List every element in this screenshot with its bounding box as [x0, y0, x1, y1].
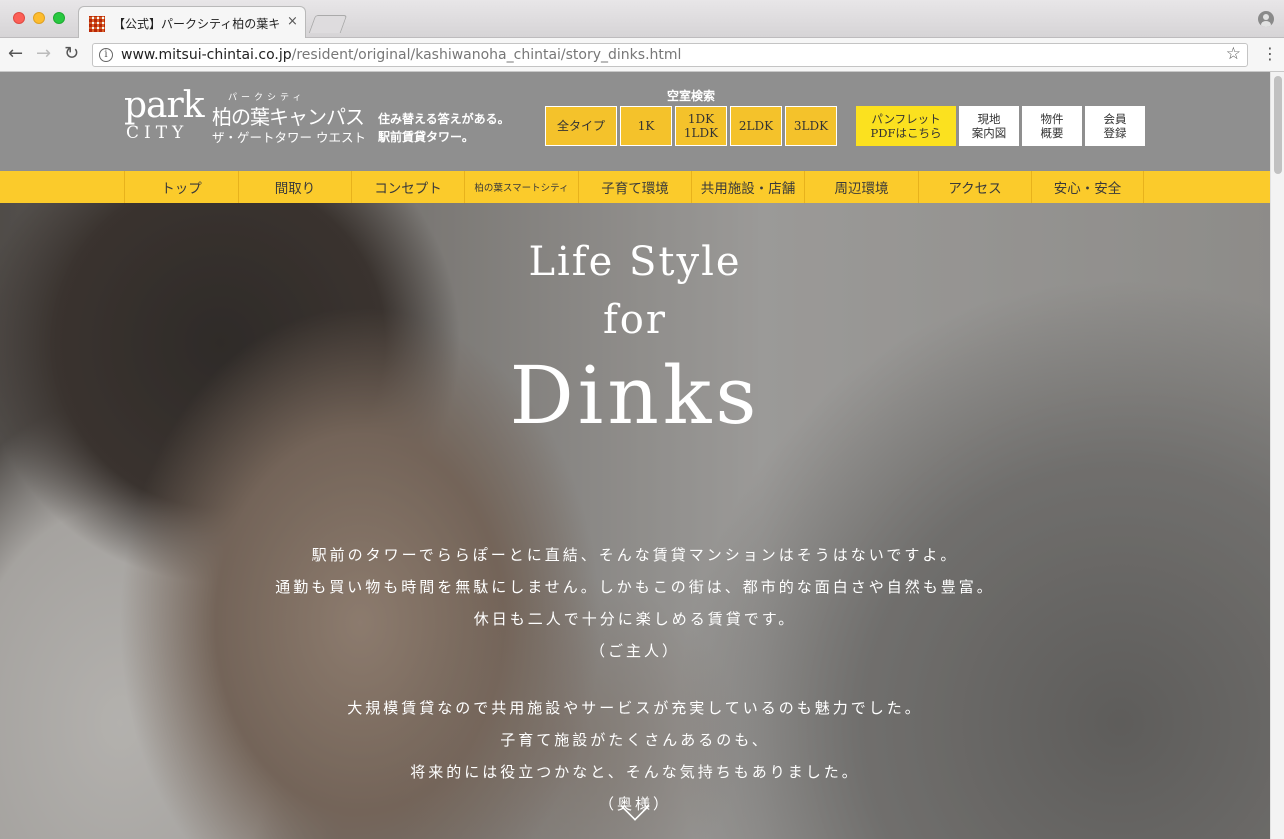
header-tagline: 住み替える答えがある。 駅前賃貸タワー。	[378, 110, 510, 146]
type-all-button[interactable]: 全タイプ	[545, 106, 617, 146]
husband-quote-line: 駅前のタワーでららぽーとに直結、そんな賃貸マンションはそうはないですよ。	[311, 546, 959, 564]
nav-item-smart-city[interactable]: 柏の葉スマートシティ	[464, 171, 578, 203]
url-host: www.mitsui-chintai.co.jp	[121, 47, 292, 63]
type-1k-button[interactable]: 1K	[620, 106, 672, 146]
nav-item-surroundings[interactable]: 周辺環境	[804, 171, 918, 203]
window-maximize-button[interactable]	[53, 12, 65, 24]
nav-item-concept[interactable]: コンセプト	[351, 171, 464, 203]
url-text[interactable]: www.mitsui-chintai.co.jp/resident/origin…	[121, 47, 681, 63]
window-minimize-button[interactable]	[33, 12, 45, 24]
back-arrow-icon[interactable]: ←	[8, 44, 23, 64]
type-2ldk-button[interactable]: 2LDK	[730, 106, 782, 146]
tagline-line: 住み替える答えがある。	[378, 112, 510, 126]
husband-quote-line: 通勤も買い物も時間を無駄にしません。しかもこの街は、都市的な面白さや自然も豊富。	[275, 578, 995, 596]
new-tab-button[interactable]	[308, 15, 348, 33]
wife-quote-line: 子育て施設がたくさんあるのも、	[500, 731, 770, 749]
type-1dk-1ldk-button[interactable]: 1DK 1LDK	[675, 106, 727, 146]
wife-quote-line: 大規模賃貸なので共用施設やサービスが充実しているのも魅力でした。	[347, 699, 923, 717]
browser-menu-icon[interactable]: ⋮	[1262, 46, 1278, 62]
site-logo[interactable]: park CITY パークシティ 柏の葉キャンパス ザ・ゲートタワー ウエスト	[124, 85, 366, 148]
logo-city-text: CITY	[126, 123, 189, 143]
logo-sub-text: ザ・ゲートタワー ウエスト	[212, 130, 366, 145]
web-page: park CITY パークシティ 柏の葉キャンパス ザ・ゲートタワー ウエスト …	[0, 72, 1270, 839]
hero-section: Life Style for Dinks 駅前のタワーでららぽーとに直結、そんな…	[0, 203, 1270, 839]
window-close-button[interactable]	[13, 12, 25, 24]
url-path: /resident/original/kashiwanoha_chintai/s…	[291, 47, 682, 63]
site-map-button[interactable]: 現地 案内図	[959, 106, 1019, 146]
logo-park-text: park	[124, 85, 205, 126]
site-header: park CITY パークシティ 柏の葉キャンパス ザ・ゲートタワー ウエスト …	[0, 72, 1270, 171]
nav-item-floorplans[interactable]: 間取り	[238, 171, 351, 203]
nav-item-childcare[interactable]: 子育て環境	[578, 171, 691, 203]
property-overview-button[interactable]: 物件 概要	[1022, 106, 1082, 146]
husband-quote-line: 休日も二人で十分に楽しめる賃貸です。	[473, 610, 797, 628]
forward-arrow-icon[interactable]: →	[36, 44, 51, 64]
nav-item-top[interactable]: トップ	[124, 171, 238, 203]
address-bar[interactable]: i www.mitsui-chintai.co.jp/resident/orig…	[92, 43, 1248, 67]
logo-name-text: 柏の葉キャンパス	[212, 105, 365, 129]
husband-attribution: （ご主人）	[589, 642, 680, 660]
site-favicon-icon	[89, 16, 105, 32]
profile-icon[interactable]	[1258, 11, 1274, 27]
wife-quote-line: 将来的には役立つかなと、そんな気持ちもありました。	[410, 763, 860, 781]
hero-title-line-3: Dinks	[509, 349, 761, 442]
global-nav: トップ 間取り コンセプト 柏の葉スマートシティ 子育て環境 共用施設・店舗 周…	[0, 171, 1270, 203]
site-info-icon[interactable]: i	[99, 48, 113, 62]
nav-item-access[interactable]: アクセス	[918, 171, 1031, 203]
hero-title-line-1: Life Style	[528, 239, 742, 285]
nav-item-safety[interactable]: 安心・安全	[1031, 171, 1144, 203]
bookmark-star-icon[interactable]: ☆	[1226, 44, 1241, 64]
scrollbar-thumb[interactable]	[1274, 76, 1282, 174]
hero-title-line-2: for	[602, 297, 667, 343]
vacancy-search-title: 空室検索	[666, 89, 715, 103]
page-scrollbar[interactable]	[1270, 72, 1284, 839]
browser-tab[interactable]: 【公式】パークシティ柏の葉キャンパス ×	[78, 6, 306, 38]
pamphlet-pdf-button[interactable]: パンフレット PDFはこちら	[856, 106, 956, 146]
tab-title: 【公式】パークシティ柏の葉キャンパス	[113, 17, 279, 31]
member-register-button[interactable]: 会員 登録	[1085, 106, 1145, 146]
tagline-line: 駅前賃貸タワー。	[378, 130, 474, 144]
reload-icon[interactable]: ↻	[64, 44, 79, 64]
type-3ldk-button[interactable]: 3LDK	[785, 106, 837, 146]
browser-titlebar: 【公式】パークシティ柏の葉キャンパス ×	[0, 0, 1284, 38]
nav-item-facilities[interactable]: 共用施設・店舗	[691, 171, 804, 203]
tab-close-icon[interactable]: ×	[287, 14, 298, 29]
browser-toolbar: ← → ↻ i www.mitsui-chintai.co.jp/residen…	[0, 38, 1284, 72]
